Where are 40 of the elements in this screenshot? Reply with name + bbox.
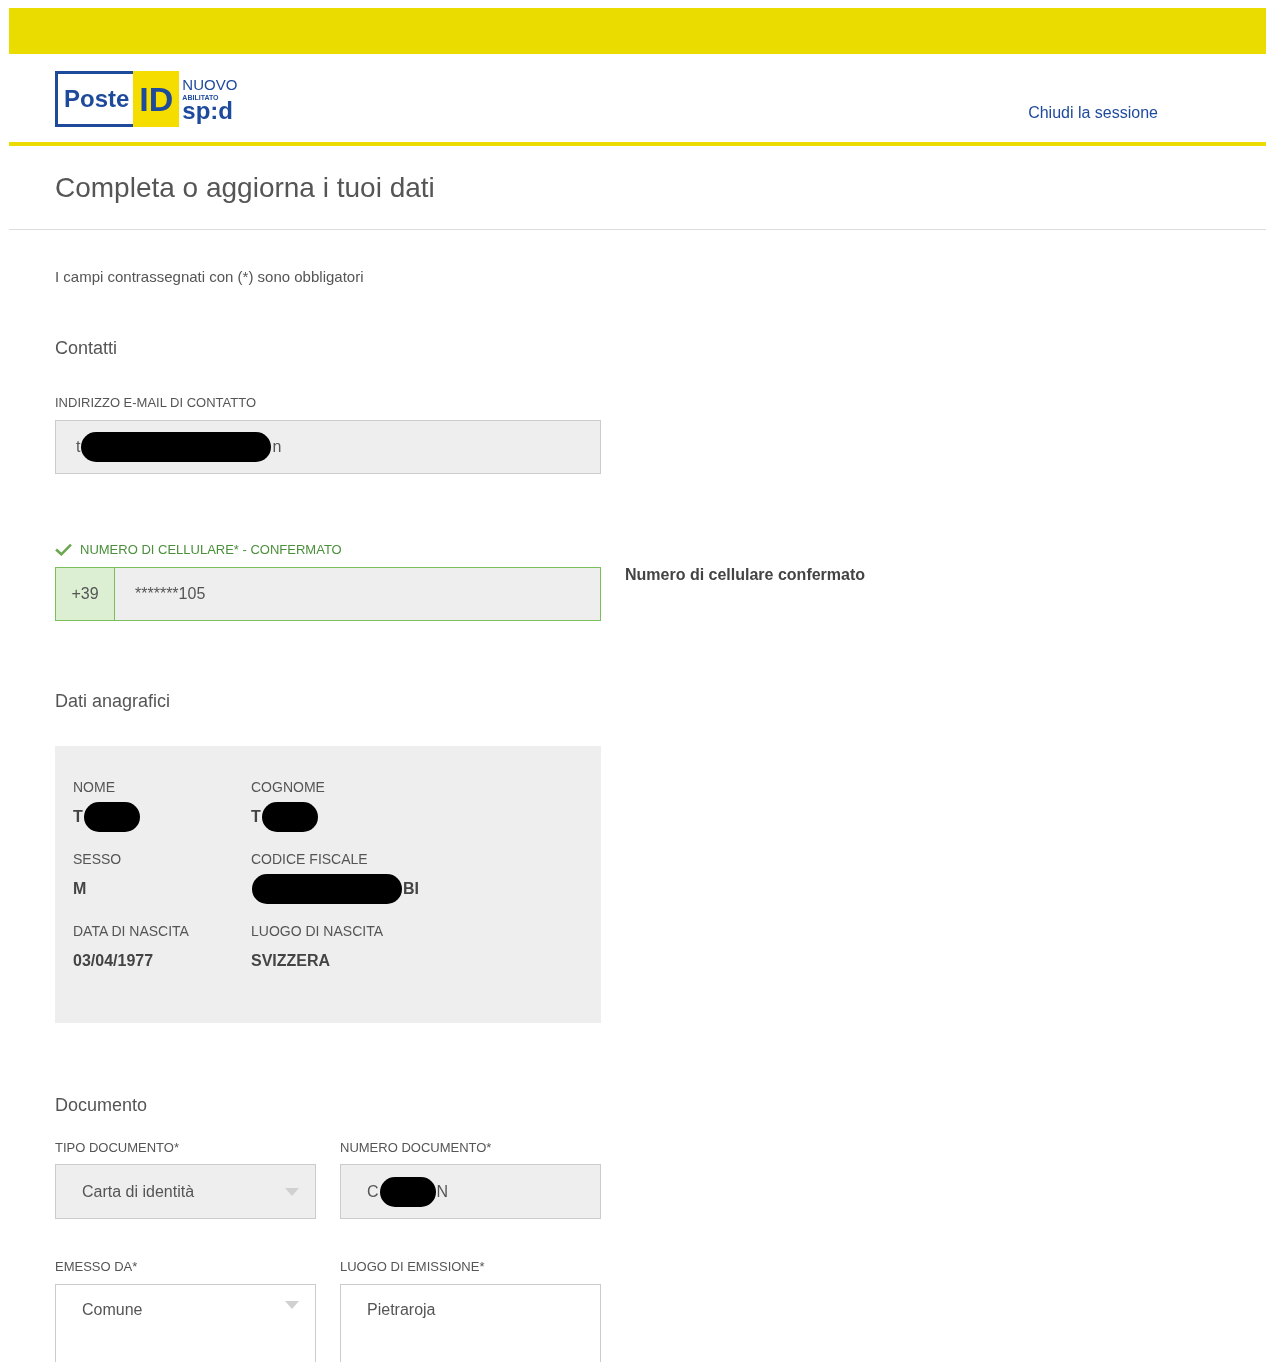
section-heading: Contatti xyxy=(55,338,119,359)
page-title: Completa o aggiorna i tuoi dati xyxy=(9,146,1266,230)
phone-field[interactable]: +39 *******105 xyxy=(55,567,601,621)
field-value: Pietraroja xyxy=(367,1301,436,1319)
field-label: INDIRIZZO E-MAIL DI CONTATTO xyxy=(55,395,258,410)
section-heading: Documento xyxy=(55,1095,149,1116)
field-value: M xyxy=(73,880,87,898)
field-value: T xyxy=(251,808,261,826)
field-label: DATA DI NASCITA xyxy=(73,923,190,939)
field-label: EMESSO DA* xyxy=(55,1259,139,1274)
field-value: BI xyxy=(403,880,419,898)
field-value: N xyxy=(436,1182,449,1201)
logout-link[interactable]: Chiudi la sessione xyxy=(1028,104,1158,122)
section-heading: Dati anagrafici xyxy=(55,691,172,712)
required-note: I campi contrassegnati con (*) sono obbligatori xyxy=(55,268,365,285)
field-label: TIPO DOCUMENTO* xyxy=(55,1140,180,1155)
dropdown[interactable]: Comune xyxy=(55,1284,316,1362)
field-label: SESSO xyxy=(73,851,123,867)
field-value: Carta di identità xyxy=(82,1182,195,1201)
field-value: *******105 xyxy=(134,585,206,603)
field-value: C xyxy=(367,1182,379,1201)
field-label: CODICE FISCALE xyxy=(251,851,369,867)
confirmation-message: Numero di cellulare confermato xyxy=(625,565,866,584)
caret-icon xyxy=(285,1187,299,1196)
phone-prefix: +39 xyxy=(56,568,115,620)
field-value: T xyxy=(73,808,83,826)
field-label: LUOGO DI EMISSIONE* xyxy=(340,1259,486,1274)
input-field[interactable]: Pietraroja xyxy=(340,1284,601,1362)
email-field[interactable]: t n xyxy=(55,420,601,474)
field-label: NUMERO DI CELLULARE* - CONFERMATO xyxy=(80,542,342,557)
field-value: 03/04/1977 xyxy=(73,952,154,970)
caret-icon xyxy=(285,1301,299,1309)
field-value: t xyxy=(76,438,81,456)
field-label: NOME xyxy=(73,779,116,795)
field-label: LUOGO DI NASCITA xyxy=(251,923,384,939)
field-value: SVIZZERA xyxy=(251,952,331,970)
field-label: NUMERO DOCUMENTO* xyxy=(340,1140,493,1155)
field-label: COGNOME xyxy=(251,779,326,795)
field-value: Comune xyxy=(82,1301,143,1319)
field-value: n xyxy=(272,438,282,456)
